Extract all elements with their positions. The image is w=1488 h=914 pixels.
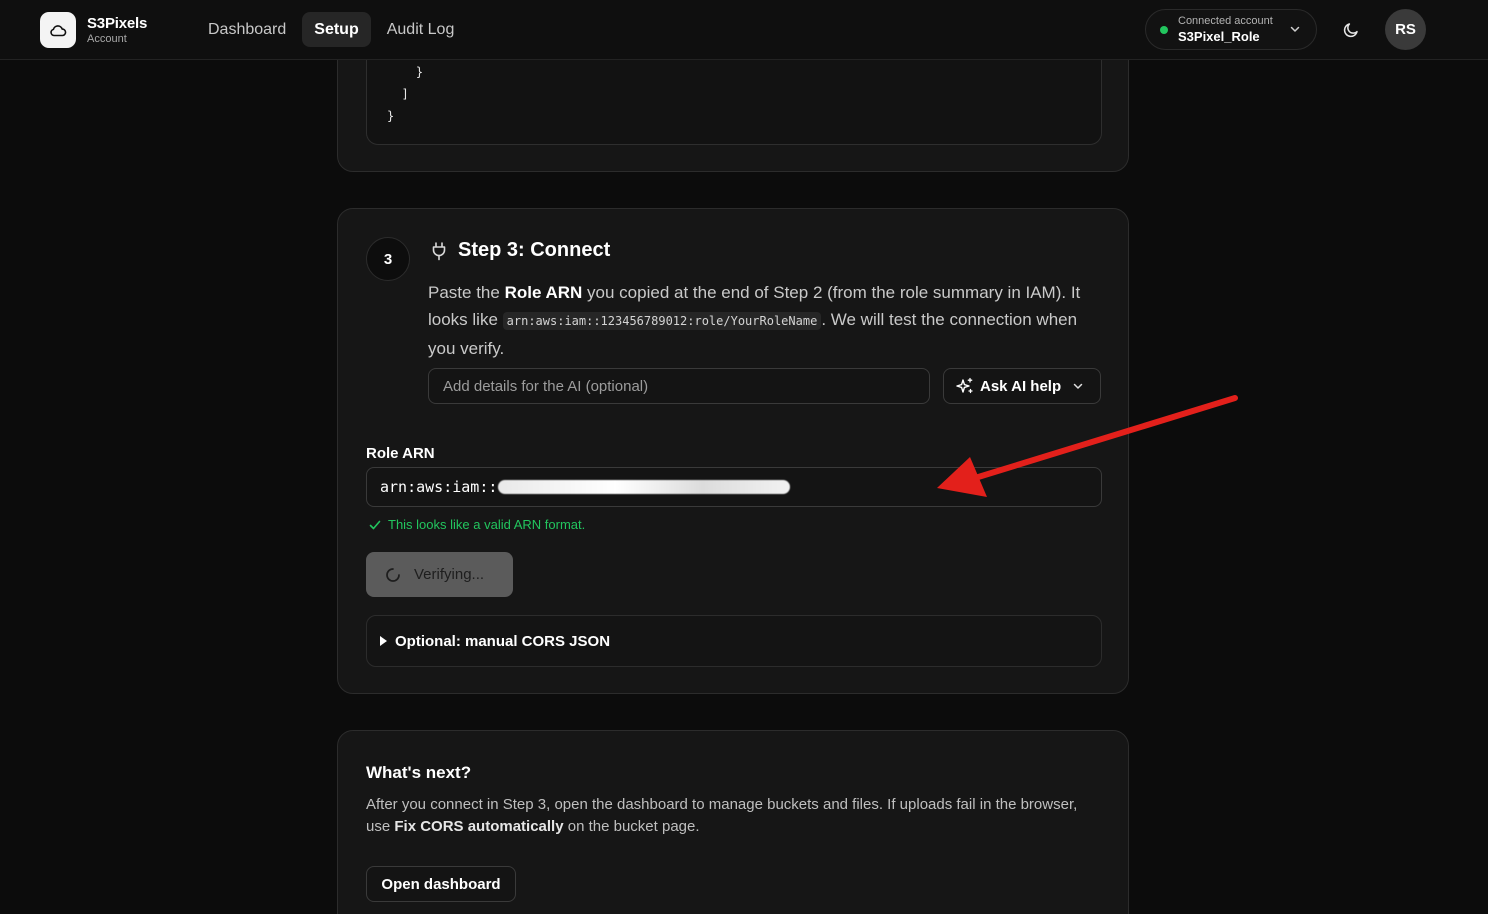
verify-label: Verifying... [414,566,485,583]
role-arn-input[interactable]: arn:aws:iam:: [366,467,1102,507]
chevron-down-icon [1073,383,1083,389]
manual-cors-details[interactable]: Optional: manual CORS JSON [366,615,1102,667]
ai-details-input[interactable]: Add details for the AI (optional) [428,368,930,404]
sparkles-icon [956,377,973,394]
brand-subtitle: Account [87,32,127,45]
theme-toggle-button[interactable] [1337,16,1365,44]
validation-text: This looks like a valid ARN format. [388,517,586,532]
step-title: Step 3: Connect [458,239,611,261]
step-number-badge: 3 [366,237,410,281]
spinner-icon [386,567,400,582]
brand-name: S3Pixels [87,14,148,32]
ask-ai-label: Ask AI help [980,377,1062,395]
brand-logo [40,12,76,48]
role-arn-label: Role ARN [366,445,435,462]
moon-icon [1343,23,1358,38]
whats-next-text: After you connect in Step 3, open the da… [366,794,1086,838]
whats-next-title: What's next? [366,763,472,782]
nav-dashboard[interactable]: Dashboard [196,12,298,47]
user-avatar[interactable]: RS [1385,9,1426,50]
open-dashboard-button[interactable]: Open dashboard [366,866,516,902]
next-text-bold: Fix CORS automatically [394,818,564,835]
triangle-right-icon [380,636,387,646]
arn-validation-message: This looks like a valid ARN format. [368,517,585,532]
plug-icon [432,241,446,260]
code-line: } [387,109,395,123]
code-line: } [387,65,424,79]
brand[interactable]: S3Pixels Account [40,12,147,48]
example-arn-code: arn:aws:iam::123456789012:role/YourRoleN… [502,312,822,330]
check-icon [369,520,381,529]
connected-status-dot [1160,25,1168,34]
code-line: ] [387,87,409,101]
verify-button[interactable]: Verifying... [366,552,513,597]
whats-next-card: What's next? After you connect in Step 3… [337,730,1129,914]
step3-card: 3 Step 3: Connect Paste the Role ARN you… [337,208,1129,694]
chevron-down-icon [1290,26,1300,32]
details-summary: Optional: manual CORS JSON [395,632,611,650]
account-label: Connected account [1178,14,1273,27]
nav-setup[interactable]: Setup [302,12,371,47]
cloud-icon [50,25,67,37]
step-description: Paste the Role ARN you copied at the end… [428,279,1100,362]
account-switcher[interactable]: Connected account S3Pixel_Role [1145,9,1317,50]
next-text-part: on the bucket page. [563,818,700,835]
top-navbar: S3Pixels Account Dashboard Setup Audit L… [0,0,1488,60]
nav-audit-log[interactable]: Audit Log [375,12,467,47]
account-value: S3Pixel_Role [1178,28,1260,44]
redacted-arn-value [498,480,791,494]
desc-bold: Role ARN [504,283,583,302]
ask-ai-help-button[interactable]: Ask AI help [943,368,1101,404]
main-nav: Dashboard Setup Audit Log [196,12,466,47]
arn-value-prefix: arn:aws:iam:: [380,478,498,496]
desc-text: Paste the [428,283,505,302]
